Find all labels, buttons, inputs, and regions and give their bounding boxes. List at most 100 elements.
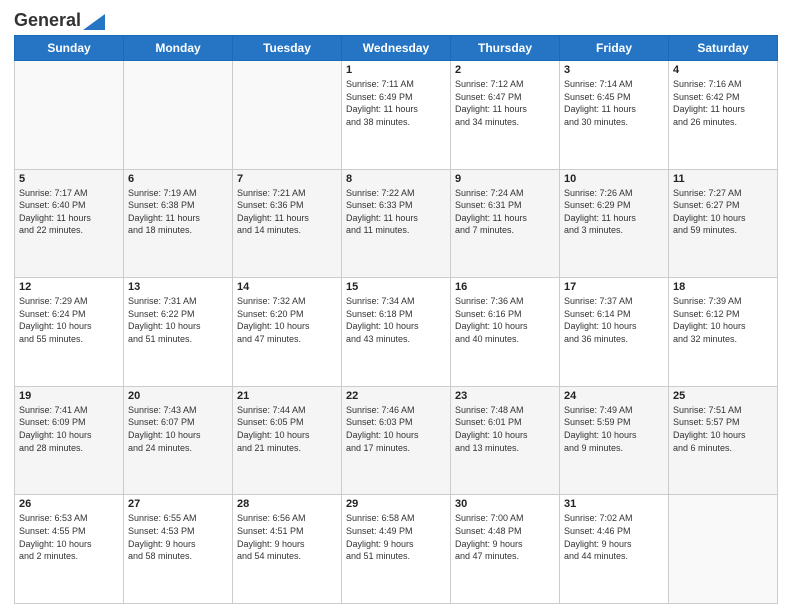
day-number: 6 — [128, 173, 228, 185]
calendar-cell: 13 Sunrise: 7:31 AM Sunset: 6:22 PM Dayli… — [124, 278, 233, 387]
day-info: Sunrise: 7:29 AM Sunset: 6:24 PM Dayligh… — [19, 295, 119, 345]
calendar-cell — [233, 61, 342, 170]
day-info: Sunrise: 6:56 AM Sunset: 4:51 PM Dayligh… — [237, 512, 337, 562]
calendar-cell: 16 Sunrise: 7:36 AM Sunset: 6:16 PM Dayli… — [451, 278, 560, 387]
day-info: Sunrise: 7:24 AM Sunset: 6:31 PM Dayligh… — [455, 187, 555, 237]
day-info: Sunrise: 7:27 AM Sunset: 6:27 PM Dayligh… — [673, 187, 773, 237]
calendar-cell: 24Sunrise: 7:49 AM Sunset: 5:59 PM Dayli… — [560, 386, 669, 495]
day-number: 27 — [128, 498, 228, 510]
day-info: Sunrise: 7:31 AM Sunset: 6:22 PM Dayligh… — [128, 295, 228, 345]
day-info: Sunrise: 7:12 AM Sunset: 6:47 PM Dayligh… — [455, 78, 555, 128]
calendar-cell: 2 Sunrise: 7:12 AM Sunset: 6:47 PM Daylig… — [451, 61, 560, 170]
day-number: 31 — [564, 498, 664, 510]
day-number: 29 — [346, 498, 446, 510]
calendar-cell — [669, 495, 778, 604]
day-number: 8 — [346, 173, 446, 185]
day-number: 15 — [346, 281, 446, 293]
calendar-cell: 6 Sunrise: 7:19 AM Sunset: 6:38 PM Daylig… — [124, 169, 233, 278]
day-number: 20 — [128, 390, 228, 402]
day-number: 23 — [455, 390, 555, 402]
weekday-header-friday: Friday — [560, 36, 669, 61]
calendar-cell: 10 Sunrise: 7:26 AM Sunset: 6:29 PM Dayli… — [560, 169, 669, 278]
calendar-cell: 1 Sunrise: 7:11 AM Sunset: 6:49 PM Daylig… — [342, 61, 451, 170]
day-info: Sunrise: 7:17 AM Sunset: 6:40 PM Dayligh… — [19, 187, 119, 237]
day-info: Sunrise: 7:11 AM Sunset: 6:49 PM Dayligh… — [346, 78, 446, 128]
logo-icon — [83, 14, 105, 30]
day-number: 2 — [455, 64, 555, 76]
calendar-cell: 22 Sunrise: 7:46 AM Sunset: 6:03 PM Dayli… — [342, 386, 451, 495]
day-number: 18 — [673, 281, 773, 293]
day-number: 25 — [673, 390, 773, 402]
day-info: Sunrise: 7:26 AM Sunset: 6:29 PM Dayligh… — [564, 187, 664, 237]
day-info: Sunrise: 6:55 AM Sunset: 4:53 PM Dayligh… — [128, 512, 228, 562]
calendar-cell: 15Sunrise: 7:34 AM Sunset: 6:18 PM Dayli… — [342, 278, 451, 387]
day-number: 19 — [19, 390, 119, 402]
calendar-cell: 29 Sunrise: 6:58 AM Sunset: 4:49 PM Dayli… — [342, 495, 451, 604]
calendar-cell: 28 Sunrise: 6:56 AM Sunset: 4:51 PM Dayli… — [233, 495, 342, 604]
day-info: Sunrise: 7:49 AM Sunset: 5:59 PM Dayligh… — [564, 404, 664, 454]
logo: General — [14, 10, 105, 27]
calendar-cell: 31Sunrise: 7:02 AM Sunset: 4:46 PM Dayli… — [560, 495, 669, 604]
calendar-cell: 25 Sunrise: 7:51 AM Sunset: 5:57 PM Dayli… — [669, 386, 778, 495]
day-info: Sunrise: 6:53 AM Sunset: 4:55 PM Dayligh… — [19, 512, 119, 562]
weekday-header-saturday: Saturday — [669, 36, 778, 61]
day-number: 4 — [673, 64, 773, 76]
calendar-week-2: 5 Sunrise: 7:17 AM Sunset: 6:40 PM Daylig… — [15, 169, 778, 278]
day-number: 5 — [19, 173, 119, 185]
page-container: General SundayMondayTuesdayWednesdayThur… — [0, 0, 792, 612]
day-number: 12 — [19, 281, 119, 293]
day-info: Sunrise: 7:22 AM Sunset: 6:33 PM Dayligh… — [346, 187, 446, 237]
day-number: 13 — [128, 281, 228, 293]
calendar-cell: 7Sunrise: 7:21 AM Sunset: 6:36 PM Daylig… — [233, 169, 342, 278]
day-info: Sunrise: 7:39 AM Sunset: 6:12 PM Dayligh… — [673, 295, 773, 345]
calendar-week-3: 12 Sunrise: 7:29 AM Sunset: 6:24 PM Dayli… — [15, 278, 778, 387]
calendar-cell: 14 Sunrise: 7:32 AM Sunset: 6:20 PM Dayli… — [233, 278, 342, 387]
calendar-cell: 23 Sunrise: 7:48 AM Sunset: 6:01 PM Dayli… — [451, 386, 560, 495]
weekday-header-thursday: Thursday — [451, 36, 560, 61]
day-number: 10 — [564, 173, 664, 185]
day-info: Sunrise: 7:44 AM Sunset: 6:05 PM Dayligh… — [237, 404, 337, 454]
weekday-header-monday: Monday — [124, 36, 233, 61]
calendar-cell: 9Sunrise: 7:24 AM Sunset: 6:31 PM Daylig… — [451, 169, 560, 278]
calendar-week-5: 26Sunrise: 6:53 AM Sunset: 4:55 PM Dayli… — [15, 495, 778, 604]
weekday-header-tuesday: Tuesday — [233, 36, 342, 61]
calendar-cell: 5 Sunrise: 7:17 AM Sunset: 6:40 PM Daylig… — [15, 169, 124, 278]
day-info: Sunrise: 7:41 AM Sunset: 6:09 PM Dayligh… — [19, 404, 119, 454]
day-info: Sunrise: 7:37 AM Sunset: 6:14 PM Dayligh… — [564, 295, 664, 345]
day-info: Sunrise: 7:48 AM Sunset: 6:01 PM Dayligh… — [455, 404, 555, 454]
day-number: 3 — [564, 64, 664, 76]
day-number: 21 — [237, 390, 337, 402]
day-number: 30 — [455, 498, 555, 510]
calendar-week-4: 19 Sunrise: 7:41 AM Sunset: 6:09 PM Dayli… — [15, 386, 778, 495]
calendar-cell: 18 Sunrise: 7:39 AM Sunset: 6:12 PM Dayli… — [669, 278, 778, 387]
page-header: General — [14, 10, 778, 27]
day-info: Sunrise: 7:46 AM Sunset: 6:03 PM Dayligh… — [346, 404, 446, 454]
day-info: Sunrise: 7:32 AM Sunset: 6:20 PM Dayligh… — [237, 295, 337, 345]
day-info: Sunrise: 7:14 AM Sunset: 6:45 PM Dayligh… — [564, 78, 664, 128]
calendar-body: 1 Sunrise: 7:11 AM Sunset: 6:49 PM Daylig… — [15, 61, 778, 604]
day-number: 22 — [346, 390, 446, 402]
calendar-cell: 8 Sunrise: 7:22 AM Sunset: 6:33 PM Daylig… — [342, 169, 451, 278]
calendar-cell: 26Sunrise: 6:53 AM Sunset: 4:55 PM Dayli… — [15, 495, 124, 604]
day-info: Sunrise: 7:43 AM Sunset: 6:07 PM Dayligh… — [128, 404, 228, 454]
day-info: Sunrise: 7:00 AM Sunset: 4:48 PM Dayligh… — [455, 512, 555, 562]
day-number: 7 — [237, 173, 337, 185]
calendar-cell: 12 Sunrise: 7:29 AM Sunset: 6:24 PM Dayli… — [15, 278, 124, 387]
calendar-cell: 19 Sunrise: 7:41 AM Sunset: 6:09 PM Dayli… — [15, 386, 124, 495]
day-number: 28 — [237, 498, 337, 510]
calendar-cell: 17Sunrise: 7:37 AM Sunset: 6:14 PM Dayli… — [560, 278, 669, 387]
calendar-cell: 27 Sunrise: 6:55 AM Sunset: 4:53 PM Dayli… — [124, 495, 233, 604]
day-info: Sunrise: 6:58 AM Sunset: 4:49 PM Dayligh… — [346, 512, 446, 562]
logo-general: General — [14, 10, 81, 31]
calendar-cell: 3 Sunrise: 7:14 AM Sunset: 6:45 PM Daylig… — [560, 61, 669, 170]
day-number: 14 — [237, 281, 337, 293]
day-info: Sunrise: 7:51 AM Sunset: 5:57 PM Dayligh… — [673, 404, 773, 454]
day-number: 1 — [346, 64, 446, 76]
calendar-cell: 30 Sunrise: 7:00 AM Sunset: 4:48 PM Dayli… — [451, 495, 560, 604]
day-info: Sunrise: 7:19 AM Sunset: 6:38 PM Dayligh… — [128, 187, 228, 237]
weekday-header-wednesday: Wednesday — [342, 36, 451, 61]
calendar-table: SundayMondayTuesdayWednesdayThursdayFrid… — [14, 35, 778, 604]
day-info: Sunrise: 7:36 AM Sunset: 6:16 PM Dayligh… — [455, 295, 555, 345]
day-number: 16 — [455, 281, 555, 293]
calendar-cell: 21 Sunrise: 7:44 AM Sunset: 6:05 PM Dayli… — [233, 386, 342, 495]
